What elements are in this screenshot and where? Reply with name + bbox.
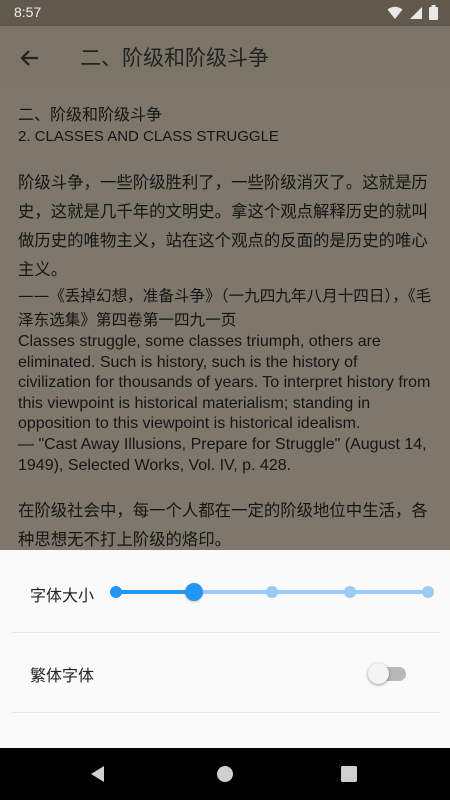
status-time: 8:57 bbox=[14, 4, 42, 20]
app-bar: 二、阶级和阶级斗争 bbox=[0, 26, 450, 88]
quote-zh-2: 在阶级社会中，每一个人都在一定的阶级地位中生活，各种思想无不打上阶级的烙印。 bbox=[18, 501, 428, 550]
navigation-bar bbox=[0, 748, 450, 800]
font-size-row: 字体大小 bbox=[12, 552, 440, 633]
slider-step-dot[interactable] bbox=[266, 586, 278, 598]
status-bar: 8:57 bbox=[0, 0, 450, 26]
wifi-icon bbox=[387, 6, 403, 19]
circle-home-icon bbox=[217, 766, 233, 782]
slider-step-dot[interactable] bbox=[344, 586, 356, 598]
triangle-back-icon bbox=[91, 766, 104, 782]
battery-icon bbox=[429, 5, 438, 20]
back-button[interactable] bbox=[14, 42, 46, 74]
quote-zh: 阶级斗争，一些阶级胜利了，一些阶级消灭了。这就是历史，这就是几千年的文明史。拿这… bbox=[18, 173, 428, 279]
font-size-label: 字体大小 bbox=[30, 586, 95, 605]
traditional-font-label: 繁体字体 bbox=[30, 666, 95, 685]
status-icons bbox=[387, 5, 438, 20]
nav-recents-button[interactable] bbox=[335, 760, 363, 788]
section-heading-zh: 二、阶级和阶级斗争 bbox=[18, 105, 163, 124]
page-title: 二、阶级和阶级斗争 bbox=[80, 46, 269, 70]
slider-step-dot[interactable] bbox=[110, 586, 122, 598]
citation-zh: ——《丢掉幻想，准备斗争》（一九四九年八月十四日），《毛泽东选集》第四卷第一四九… bbox=[18, 287, 432, 329]
quote-en: Classes struggle, some classes triumph, … bbox=[18, 333, 431, 433]
settings-sheet: 字体大小 繁体字体 bbox=[0, 550, 450, 748]
font-size-slider[interactable] bbox=[110, 579, 434, 605]
signal-icon bbox=[410, 6, 422, 19]
section-heading-en: 2. CLASSES AND CLASS STRUGGLE bbox=[18, 128, 279, 145]
toggle-thumb bbox=[368, 663, 389, 684]
nav-home-button[interactable] bbox=[211, 760, 239, 788]
slider-thumb[interactable] bbox=[185, 583, 203, 601]
nav-back-button[interactable] bbox=[84, 760, 112, 788]
slider-step-dot[interactable] bbox=[422, 586, 434, 598]
arrow-left-icon bbox=[20, 50, 38, 66]
slider-fill bbox=[116, 590, 194, 594]
citation-en: — "Cast Away Illusions, Prepare for Stru… bbox=[18, 435, 427, 474]
traditional-font-toggle[interactable] bbox=[368, 662, 408, 684]
traditional-font-row: 繁体字体 bbox=[12, 632, 440, 713]
square-recents-icon bbox=[341, 766, 357, 782]
article-content: 二、阶级和阶级斗争 2. CLASSES AND CLASS STRUGGLE … bbox=[0, 88, 450, 550]
